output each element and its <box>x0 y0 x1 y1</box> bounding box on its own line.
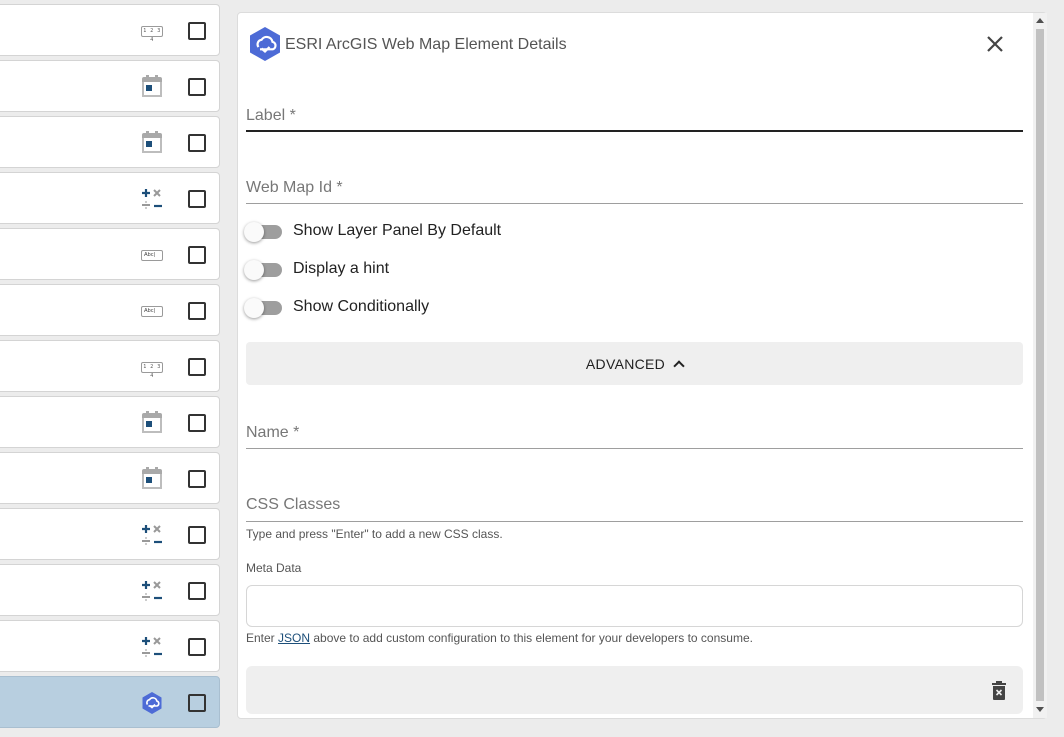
list-item[interactable] <box>0 396 220 448</box>
list-item[interactable]: Abc| <box>0 284 220 336</box>
css-classes-helper: Type and press "Enter" to add a new CSS … <box>246 527 503 541</box>
list-item[interactable] <box>0 564 220 616</box>
element-list: 1 2 3 4 Abc| Abc| 1 2 3 4 <box>0 0 221 737</box>
meta-data-input[interactable] <box>246 585 1023 627</box>
calculation-icon <box>140 579 164 603</box>
list-item[interactable]: 1 2 3 4 <box>0 4 220 56</box>
calculation-icon <box>140 523 164 547</box>
list-item[interactable] <box>0 60 220 112</box>
delete-button[interactable] <box>990 681 1008 701</box>
chevron-up-icon <box>673 360 685 372</box>
select-checkbox[interactable] <box>188 638 206 656</box>
label-field-label: Label * <box>246 107 296 124</box>
json-link[interactable]: JSON <box>278 631 310 645</box>
web-map-id-field[interactable]: Web Map Id * <box>246 179 1023 204</box>
css-classes-field[interactable]: CSS Classes <box>246 496 1023 522</box>
select-checkbox[interactable] <box>188 414 206 432</box>
number-field-icon: 1 2 3 4 <box>140 19 164 43</box>
select-checkbox[interactable] <box>188 302 206 320</box>
list-item[interactable] <box>0 508 220 560</box>
select-checkbox[interactable] <box>188 22 206 40</box>
name-field-label: Name * <box>246 424 300 441</box>
text-field-icon: Abc| <box>140 299 164 323</box>
delete-icon <box>992 681 1006 700</box>
list-item[interactable]: 1 2 3 4 <box>0 340 220 392</box>
select-checkbox[interactable] <box>188 470 206 488</box>
meta-data-label: Meta Data <box>246 561 302 575</box>
list-item-selected[interactable] <box>0 676 220 728</box>
arcgis-web-map-icon <box>140 691 164 715</box>
text-field-icon: Abc| <box>140 243 164 267</box>
scroll-up-arrow-icon[interactable] <box>1036 18 1044 23</box>
show-conditionally-toggle[interactable] <box>244 297 284 318</box>
list-item[interactable] <box>0 620 220 672</box>
calendar-icon <box>140 131 164 155</box>
advanced-section-toggle[interactable]: ADVANCED <box>246 342 1023 385</box>
display-hint-toggle[interactable] <box>244 259 284 280</box>
scroll-down-arrow-icon[interactable] <box>1036 707 1044 712</box>
list-item[interactable] <box>0 172 220 224</box>
calendar-icon <box>140 411 164 435</box>
show-conditionally-label: Show Conditionally <box>293 298 430 315</box>
select-checkbox[interactable] <box>188 582 206 600</box>
list-item[interactable] <box>0 116 220 168</box>
calendar-icon <box>140 75 164 99</box>
select-checkbox[interactable] <box>188 694 206 712</box>
arcgis-logo-icon <box>248 26 282 62</box>
advanced-label: ADVANCED <box>585 355 666 372</box>
css-classes-label: CSS Classes <box>246 496 341 513</box>
footer-actions <box>246 666 1023 714</box>
panel-scrollbar[interactable] <box>1033 13 1047 718</box>
select-checkbox[interactable] <box>188 190 206 208</box>
show-layer-panel-toggle[interactable] <box>244 221 284 242</box>
scrollbar-thumb[interactable] <box>1036 29 1044 701</box>
panel-title: ESRI ArcGIS Web Map Element Details <box>285 36 567 53</box>
calendar-icon <box>140 467 164 491</box>
select-checkbox[interactable] <box>188 134 206 152</box>
list-item[interactable] <box>0 452 220 504</box>
display-hint-label: Display a hint <box>293 260 390 277</box>
list-item[interactable]: Abc| <box>0 228 220 280</box>
select-checkbox[interactable] <box>188 358 206 376</box>
meta-data-helper: Enter JSON above to add custom configura… <box>246 631 753 645</box>
name-field[interactable]: Name * <box>246 424 1023 449</box>
element-details-panel: ESRI ArcGIS Web Map Element Details Labe… <box>237 12 1047 719</box>
label-field[interactable]: Label * <box>246 107 1023 132</box>
close-button[interactable] <box>985 34 1005 54</box>
calculation-icon <box>140 635 164 659</box>
select-checkbox[interactable] <box>188 246 206 264</box>
web-map-id-label: Web Map Id * <box>246 179 343 196</box>
calculation-icon <box>140 187 164 211</box>
number-field-icon: 1 2 3 4 <box>140 355 164 379</box>
select-checkbox[interactable] <box>188 526 206 544</box>
show-layer-panel-label: Show Layer Panel By Default <box>293 222 502 239</box>
close-icon <box>987 36 1003 52</box>
select-checkbox[interactable] <box>188 78 206 96</box>
